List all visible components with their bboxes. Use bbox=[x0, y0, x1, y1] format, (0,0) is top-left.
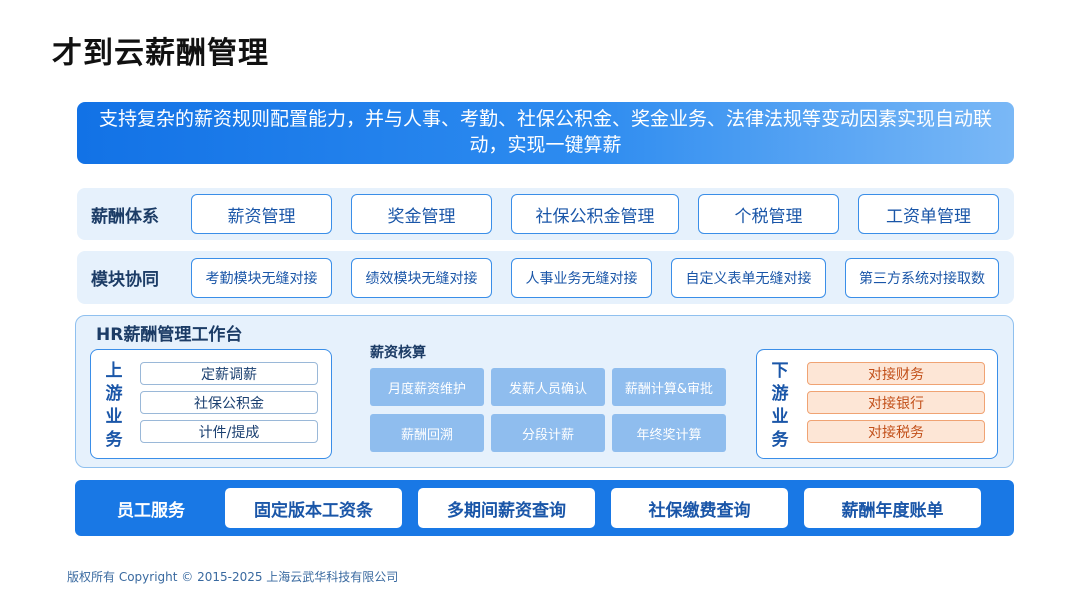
upstream-box: 上 游 业 务 定薪调薪 社保公积金 计件/提成 bbox=[90, 349, 332, 459]
system-item-payslip[interactable]: 工资单管理 bbox=[858, 194, 999, 234]
service-item-payslip[interactable]: 固定版本工资条 bbox=[225, 488, 402, 528]
upstream-item-salary-adjust[interactable]: 定薪调薪 bbox=[140, 362, 318, 385]
feature-banner: 支持复杂的薪资规则配置能力，并与人事、考勤、社保公积金、奖金业务、法律法规等变动… bbox=[77, 102, 1014, 164]
page-title: 才到云薪酬管理 bbox=[52, 36, 269, 71]
module-collab-row: 模块协同 考勤模块无缝对接 绩效模块无缝对接 人事业务无缝对接 自定义表单无缝对… bbox=[77, 251, 1014, 304]
system-item-social-security[interactable]: 社保公积金管理 bbox=[511, 194, 679, 234]
workbench-title: HR薪酬管理工作台 bbox=[96, 325, 243, 345]
salary-system-row: 薪酬体系 薪资管理 奖金管理 社保公积金管理 个税管理 工资单管理 bbox=[77, 188, 1014, 240]
module-item-hr[interactable]: 人事业务无缝对接 bbox=[511, 258, 652, 298]
service-item-annual-bill[interactable]: 薪酬年度账单 bbox=[804, 488, 981, 528]
calc-item-year-end-bonus[interactable]: 年终奖计算 bbox=[612, 414, 726, 452]
module-item-attendance[interactable]: 考勤模块无缝对接 bbox=[191, 258, 332, 298]
module-item-custom-form[interactable]: 自定义表单无缝对接 bbox=[671, 258, 826, 298]
copyright-footer: 版权所有 Copyright © 2015-2025 上海云武华科技有限公司 bbox=[67, 570, 399, 584]
calc-item-payees[interactable]: 发薪人员确认 bbox=[491, 368, 605, 406]
system-item-tax[interactable]: 个税管理 bbox=[698, 194, 839, 234]
module-item-third-party[interactable]: 第三方系统对接取数 bbox=[845, 258, 999, 298]
downstream-box: 下 游 业 务 对接财务 对接银行 对接税务 bbox=[756, 349, 998, 459]
calc-item-retro[interactable]: 薪酬回溯 bbox=[370, 414, 484, 452]
calc-title: 薪资核算 bbox=[370, 345, 426, 361]
module-item-performance[interactable]: 绩效模块无缝对接 bbox=[351, 258, 492, 298]
calc-item-approval[interactable]: 薪酬计算&审批 bbox=[612, 368, 726, 406]
downstream-label: 下 游 业 务 bbox=[771, 361, 789, 450]
employee-service-label: 员工服务 bbox=[117, 500, 185, 521]
upstream-label: 上 游 业 务 bbox=[105, 361, 123, 450]
employee-service-bar: 员工服务 固定版本工资条 多期间薪资查询 社保缴费查询 薪酬年度账单 bbox=[75, 480, 1014, 536]
system-item-salary[interactable]: 薪资管理 bbox=[191, 194, 332, 234]
calc-item-segmented[interactable]: 分段计薪 bbox=[491, 414, 605, 452]
service-item-salary-query[interactable]: 多期间薪资查询 bbox=[418, 488, 595, 528]
downstream-item-finance[interactable]: 对接财务 bbox=[807, 362, 985, 385]
calc-item-monthly[interactable]: 月度薪资维护 bbox=[370, 368, 484, 406]
downstream-item-tax[interactable]: 对接税务 bbox=[807, 420, 985, 443]
upstream-item-social-security[interactable]: 社保公积金 bbox=[140, 391, 318, 414]
upstream-item-piecework[interactable]: 计件/提成 bbox=[140, 420, 318, 443]
hr-workbench: HR薪酬管理工作台 上 游 业 务 定薪调薪 社保公积金 计件/提成 薪资核算 … bbox=[75, 315, 1014, 468]
downstream-item-bank[interactable]: 对接银行 bbox=[807, 391, 985, 414]
service-item-social-query[interactable]: 社保缴费查询 bbox=[611, 488, 788, 528]
module-collab-label: 模块协同 bbox=[91, 270, 159, 290]
salary-system-label: 薪酬体系 bbox=[91, 206, 159, 227]
system-item-bonus[interactable]: 奖金管理 bbox=[351, 194, 492, 234]
